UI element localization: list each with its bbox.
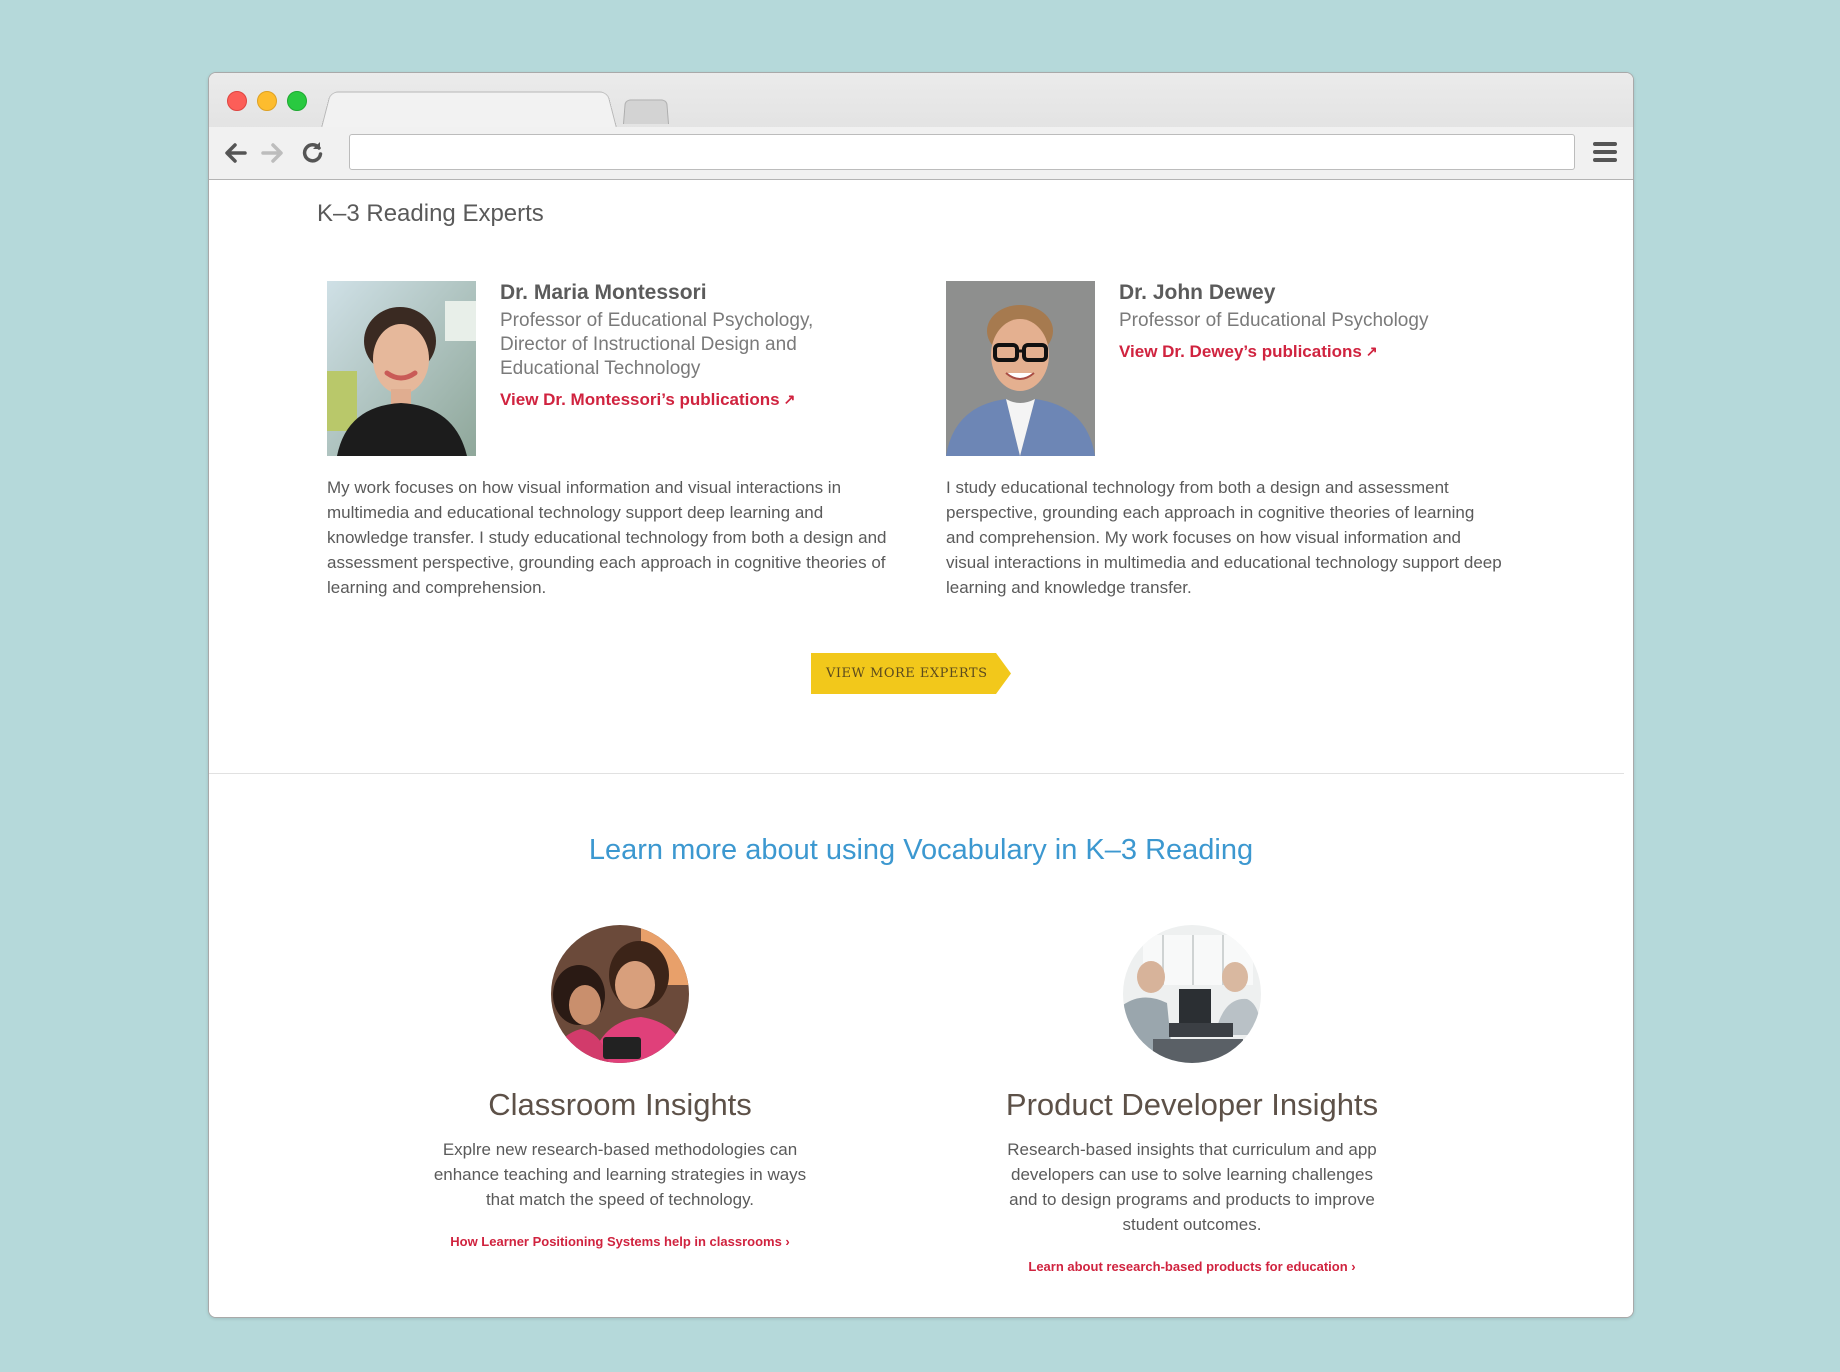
expert-info-montessori: Dr. Maria Montessori Professor of Educat… [500,281,880,412]
view-more-experts-button[interactable]: VIEW MORE EXPERTS [811,653,1011,694]
developer-insights-link[interactable]: Learn about research-based products for … [1028,1259,1355,1274]
insight-title: Classroom Insights [488,1087,752,1122]
browser-toolbar [209,127,1633,179]
publications-link-label: View Dr. Dewey’s publications [1119,342,1362,361]
expert-name: Dr. John Dewey [1119,281,1276,304]
minimize-window-button[interactable] [257,91,277,111]
browser-chrome [209,73,1633,180]
reload-icon[interactable] [298,139,326,167]
external-link-icon: ↗ [783,391,796,407]
insight-description: Explre new research-based methodologies … [433,1140,807,1209]
expert-info-dewey: Dr. John Dewey Professor of Educational … [1119,281,1499,364]
section-divider [209,773,1624,774]
hamburger-menu-icon[interactable] [1593,142,1617,164]
expert-bio: I study educational technology from both… [946,478,1502,597]
expert-title: Professor of Educational Psychology [1119,310,1429,331]
expert-bio: My work focuses on how visual informatio… [327,478,887,597]
publications-link-label: View Dr. Montessori’s publications [500,390,780,409]
insight-card-developer: Product Developer Insights Research-base… [932,925,1452,1276]
expert-photo-montessori [327,281,476,456]
insight-description: Research-based insights that curriculum … [1007,1140,1377,1234]
maximize-window-button[interactable] [287,91,307,111]
developer-photo [1123,925,1261,1063]
address-bar-input[interactable] [349,134,1575,170]
learn-more-title: Learn more about using Vocabulary in K–3… [588,834,1254,866]
back-arrow-icon[interactable] [221,139,249,167]
page-content: K–3 Reading Experts Dr. Maria Montessori… [209,180,1633,1317]
classroom-insights-link[interactable]: How Learner Positioning Systems help in … [450,1234,790,1249]
publications-link-dewey[interactable]: View Dr. Dewey’s publications ↗ [1119,339,1378,364]
external-link-icon: ↗ [1365,343,1378,359]
active-tab[interactable] [321,91,617,128]
experts-section-title: K–3 Reading Experts [317,200,544,227]
new-tab-button[interactable] [623,99,669,124]
insight-title: Product Developer Insights [1005,1087,1379,1122]
browser-window: K–3 Reading Experts Dr. Maria Montessori… [208,72,1634,1318]
expert-name: Dr. Maria Montessori [500,281,707,304]
expert-photo-dewey [946,281,1095,456]
insight-card-classroom: Classroom Insights Explre new research-b… [360,925,880,1251]
classroom-photo [551,925,689,1063]
expert-title: Professor of Educational Psychology, Dir… [500,310,814,379]
close-window-button[interactable] [227,91,247,111]
publications-link-montessori[interactable]: View Dr. Montessori’s publications ↗ [500,387,795,412]
forward-arrow-icon[interactable] [259,139,287,167]
